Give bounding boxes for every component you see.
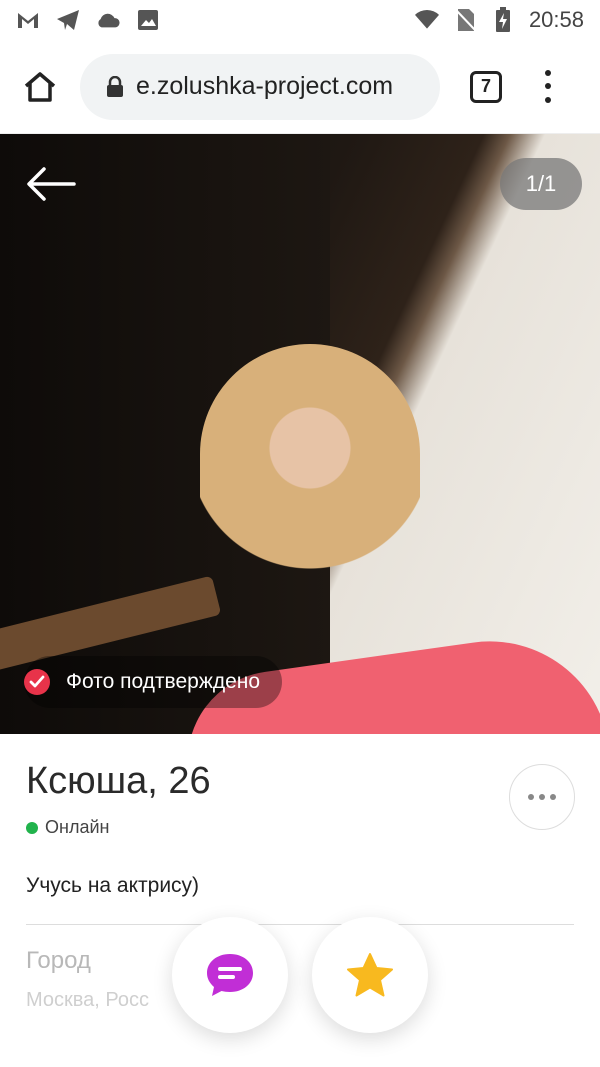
browser-toolbar: e.zolushka-project.com 7: [0, 40, 600, 134]
profile-bio: Учусь на актрису): [26, 874, 200, 897]
url-text: e.zolushka-project.com: [136, 72, 394, 100]
photo-verified-badge: Фото подтверждено: [24, 656, 283, 708]
back-arrow-icon[interactable]: [24, 164, 76, 204]
divider: [26, 924, 574, 925]
online-indicator: [26, 821, 38, 834]
menu-dots-icon[interactable]: [542, 67, 554, 107]
system-icons: 20:58: [414, 7, 584, 33]
profile-info: Ксюша, 26 Онлайн Учусь на актрису) Город…: [26, 734, 576, 1012]
photo-counter: 1/1: [500, 158, 582, 210]
city-value: Москва, Росс: [26, 989, 149, 1011]
favorite-button[interactable]: [312, 917, 428, 1033]
home-icon: [24, 71, 56, 102]
status-bar: 20:58: [0, 0, 600, 40]
battery-charging-icon: [491, 7, 515, 32]
tab-switcher-button[interactable]: 7: [470, 70, 502, 103]
gmail-icon: [16, 8, 40, 32]
city-label: Город: [26, 947, 91, 974]
lock-icon: [107, 75, 123, 97]
no-sim-icon: [453, 8, 477, 32]
chat-button[interactable]: [172, 917, 288, 1033]
online-status: Онлайн: [26, 817, 576, 838]
wifi-icon: [414, 8, 439, 32]
star-icon: [347, 953, 393, 997]
telegram-icon: [56, 8, 80, 32]
chat-icon: [207, 954, 253, 996]
image-icon: [136, 8, 160, 32]
cloud-icon: [96, 8, 120, 32]
photo-verified-label: Фото подтверждено: [66, 670, 261, 693]
address-bar[interactable]: e.zolushka-project.com: [80, 53, 440, 120]
notification-icons: [16, 8, 160, 32]
home-button[interactable]: [16, 63, 64, 111]
profile-name: Ксюша, 26: [26, 760, 211, 802]
online-status-label: Онлайн: [45, 817, 110, 837]
check-icon: [24, 669, 50, 695]
profile-photo[interactable]: 1/1 Фото подтверждено: [0, 134, 600, 734]
clock: 20:58: [528, 7, 584, 32]
